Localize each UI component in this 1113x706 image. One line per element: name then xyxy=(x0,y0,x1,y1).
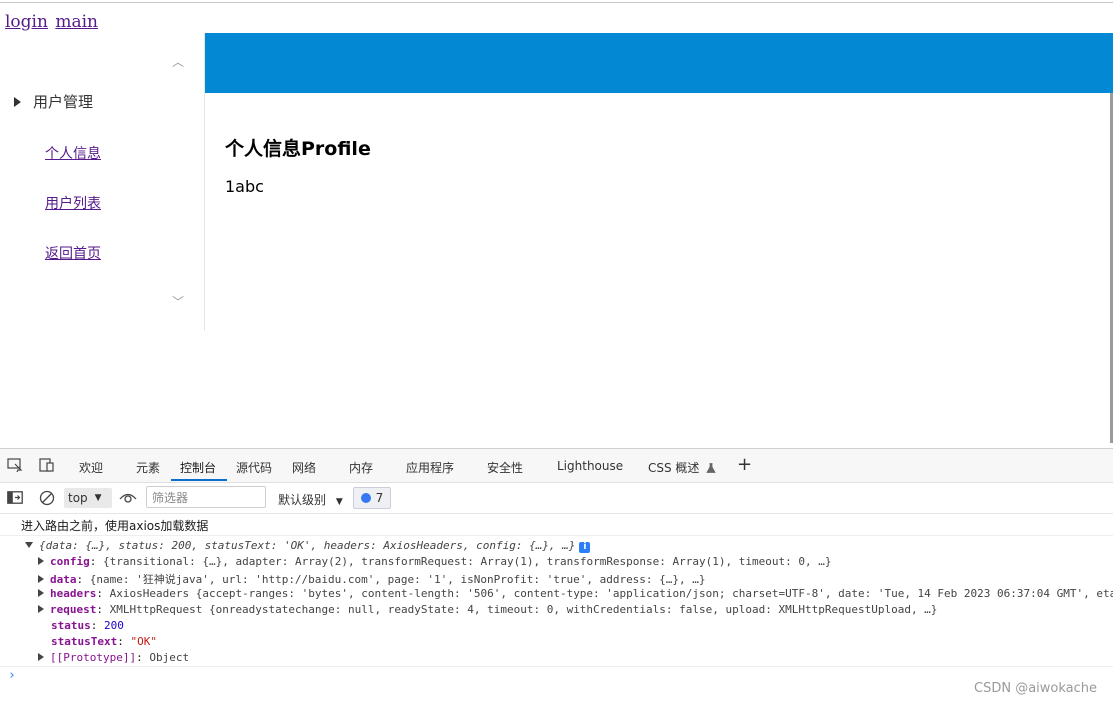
dropdown-arrow-icon: ▼ xyxy=(335,497,343,507)
message-icon xyxy=(360,493,371,503)
prop-key: headers xyxy=(50,587,97,600)
prop-statustext-row: statusText: "OK" xyxy=(51,635,157,648)
header-bar xyxy=(205,33,1113,93)
expand-right-icon xyxy=(38,557,44,565)
scroll-up-icon[interactable]: ︿ xyxy=(171,53,185,69)
tab-sources[interactable]: 源代码 xyxy=(236,459,272,476)
prop-status-row: status: 200 xyxy=(51,619,124,632)
flask-icon xyxy=(706,463,716,473)
log-levels-select[interactable]: 默认级别 ▼ xyxy=(278,491,343,508)
prop-value: XMLHttpRequest {onreadystatechange: null… xyxy=(109,603,938,616)
sidebar-item-profile[interactable]: 个人信息 xyxy=(45,143,101,163)
prop-value: 200 xyxy=(104,619,124,632)
page-body-text: 1abc xyxy=(225,177,264,196)
prop-key: request xyxy=(50,603,97,616)
sidebar: ︿ 用户管理 个人信息 用户列表 返回首页 ﹀ xyxy=(0,33,205,331)
router-links: login main xyxy=(5,12,100,32)
info-icon[interactable]: i xyxy=(579,542,591,553)
sidebar-item-user-list[interactable]: 用户列表 xyxy=(45,193,101,213)
top-border xyxy=(0,2,1113,3)
divider xyxy=(0,666,1113,667)
prop-key: [[Prototype]] xyxy=(50,651,137,664)
submenu-user-management[interactable]: 用户管理 xyxy=(14,91,93,112)
log-levels-label: 默认级别 xyxy=(278,493,327,507)
tab-network[interactable]: 网络 xyxy=(292,459,316,476)
prop-value: AxiosHeaders {accept-ranges: 'bytes', co… xyxy=(109,587,1113,600)
divider xyxy=(0,535,1113,536)
expand-right-icon xyxy=(38,653,44,661)
prop-data-row[interactable]: data: {name: '狂神说java', url: 'http://bai… xyxy=(38,571,706,587)
tab-memory[interactable]: 内存 xyxy=(349,459,373,476)
tab-security[interactable]: 安全性 xyxy=(487,459,523,476)
prop-config-row[interactable]: config: {transitional: {…}, adapter: Arr… xyxy=(38,555,831,568)
prop-prototype-row[interactable]: [[Prototype]]: Object xyxy=(38,651,189,664)
prop-key: status xyxy=(51,619,91,632)
console-filter-input[interactable]: 筛选器 xyxy=(146,486,266,508)
add-tab-icon[interactable]: + xyxy=(737,454,752,475)
caret-right-icon xyxy=(14,96,21,107)
prop-headers-row[interactable]: headers: AxiosHeaders {accept-ranges: 'b… xyxy=(38,587,1113,600)
object-summary-row[interactable]: {data: {…}, status: 200, statusText: 'OK… xyxy=(25,539,591,553)
submenu-title: 用户管理 xyxy=(33,93,94,111)
context-select[interactable]: top ▼ xyxy=(64,488,112,508)
tab-css-overview[interactable]: CSS 概述 xyxy=(648,459,716,476)
main-link[interactable]: main xyxy=(55,12,98,32)
page-title: 个人信息Profile xyxy=(225,138,371,160)
expand-down-icon xyxy=(25,542,33,548)
prop-key: data xyxy=(50,573,77,586)
device-emulation-icon[interactable] xyxy=(39,458,55,472)
tab-css-overview-label: CSS 概述 xyxy=(648,461,700,475)
dropdown-arrow-icon: ▼ xyxy=(94,493,102,503)
object-summary: {data: {…}, status: 200, statusText: 'OK… xyxy=(39,539,576,552)
context-value: top xyxy=(68,491,88,505)
expand-right-icon xyxy=(38,589,44,597)
message-count-badge[interactable]: 7 xyxy=(353,487,391,509)
prop-value: "OK" xyxy=(130,635,157,648)
scroll-down-icon[interactable]: ﹀ xyxy=(171,293,185,309)
console-toolbar: top ▼ 筛选器 默认级别 ▼ 7 xyxy=(0,483,1113,514)
prop-value: {name: '狂神说java', url: 'http://baidu.com… xyxy=(89,573,706,586)
sidebar-item-home[interactable]: 返回首页 xyxy=(45,243,101,263)
sidebar-toggle-icon[interactable] xyxy=(7,491,23,504)
expand-right-icon xyxy=(38,575,44,583)
prop-key: config xyxy=(50,555,90,568)
tab-console[interactable]: 控制台 xyxy=(180,459,216,476)
devtools-tab-bar: 欢迎 元素 控制台 源代码 网络 内存 应用程序 安全性 Lighthouse … xyxy=(0,449,1113,483)
message-count: 7 xyxy=(375,491,384,505)
clear-console-icon[interactable] xyxy=(39,490,55,506)
prop-value: {transitional: {…}, adapter: Array(2), t… xyxy=(103,555,832,568)
tab-application[interactable]: 应用程序 xyxy=(406,459,454,476)
console-log-message: 进入路由之前，使用axios加载数据 xyxy=(21,519,209,533)
console-prompt-icon[interactable]: › xyxy=(8,668,16,683)
watermark: CSDN @aiwokache xyxy=(974,681,1098,696)
tab-elements[interactable]: 元素 xyxy=(136,459,160,476)
devtools-panel: 欢迎 元素 控制台 源代码 网络 内存 应用程序 安全性 Lighthouse … xyxy=(0,448,1113,706)
prop-key: statusText xyxy=(51,635,118,648)
live-expression-eye-icon[interactable] xyxy=(119,492,137,504)
login-link[interactable]: login xyxy=(5,12,48,32)
tab-lighthouse[interactable]: Lighthouse xyxy=(557,459,623,473)
prop-request-row[interactable]: request: XMLHttpRequest {onreadystatecha… xyxy=(38,603,937,616)
expand-right-icon xyxy=(38,605,44,613)
inspect-element-icon[interactable] xyxy=(7,458,23,472)
active-tab-indicator xyxy=(171,479,227,481)
tab-welcome[interactable]: 欢迎 xyxy=(79,459,103,476)
prop-value: Object xyxy=(149,651,190,664)
